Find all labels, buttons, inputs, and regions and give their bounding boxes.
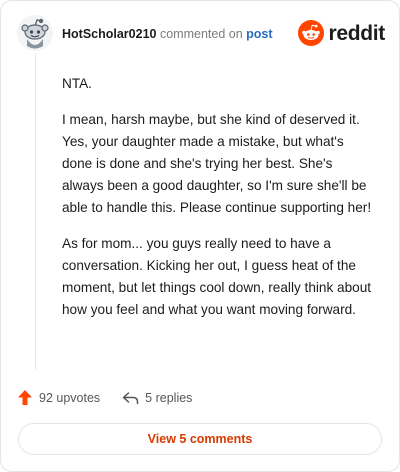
comment-header: HotScholar0210 commented on post reddit [15,13,385,53]
upvotes-count: 92 upvotes [39,390,101,405]
snoo-avatar-icon [17,15,53,51]
upvote-arrow-icon [18,390,32,405]
thread-line [35,53,36,370]
user-avatar[interactable] [17,15,53,51]
comment-footer: 92 upvotes 5 replies [17,389,214,406]
reddit-logo[interactable]: reddit [298,19,385,47]
reddit-snoo-icon [298,20,325,46]
brand-wordmark: reddit [328,21,385,45]
replies-count: 5 replies [145,390,193,405]
comment-paragraph: I mean, harsh maybe, but she kind of des… [62,112,372,215]
replies-button[interactable]: 5 replies [122,391,192,405]
post-link[interactable]: post [246,27,272,41]
commented-on-text: commented on [159,27,243,41]
comment-paragraph: NTA. [62,76,92,91]
comment-byline: HotScholar0210 commented on post [62,27,273,41]
reply-icon [122,391,139,404]
upvote-button[interactable]: 92 upvotes [17,389,100,406]
view-comments-button[interactable]: View 5 comments [18,423,382,455]
username[interactable]: HotScholar0210 [62,27,156,41]
comment-body: NTA. I mean, harsh maybe, but she kind o… [62,73,374,335]
comment-card: HotScholar0210 commented on post reddit … [0,0,400,472]
comment-paragraph: As for mom... you guys really need to ha… [62,236,372,317]
